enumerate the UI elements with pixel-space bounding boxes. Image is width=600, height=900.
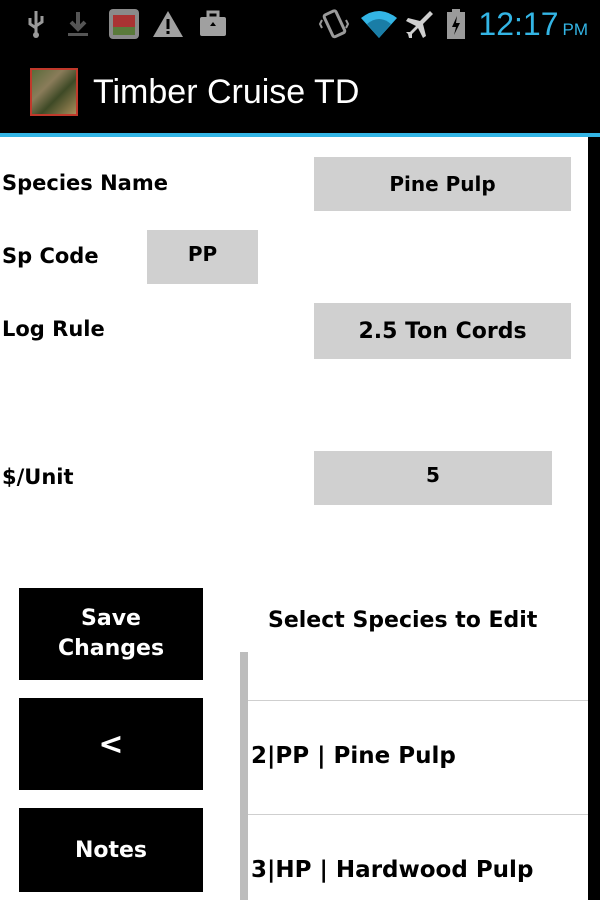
list-item-label: 2|PP | Pine Pulp bbox=[251, 743, 456, 769]
vibrate-icon bbox=[318, 8, 350, 40]
briefcase-icon bbox=[197, 8, 229, 40]
clock-time: 12:17 bbox=[478, 6, 559, 42]
save-button-label-line2: Changes bbox=[57, 636, 165, 661]
species-name-value: Pine Pulp bbox=[389, 172, 496, 196]
species-name-field[interactable]: Pine Pulp bbox=[314, 157, 571, 211]
status-bar: 12:17 PM bbox=[0, 0, 600, 48]
app-logo-icon[interactable] bbox=[30, 68, 78, 116]
sp-code-value: PP bbox=[187, 242, 218, 266]
airplane-icon bbox=[404, 8, 436, 40]
sp-code-label: Sp Code bbox=[2, 244, 99, 268]
sp-code-field[interactable]: PP bbox=[147, 230, 258, 284]
unit-price-field[interactable]: 5 bbox=[314, 451, 552, 505]
list-item-partial[interactable] bbox=[248, 652, 588, 700]
download-icon bbox=[62, 8, 94, 40]
list-item-label: 3|HP | Hardwood Pulp bbox=[251, 857, 534, 883]
species-list-scrollbar[interactable] bbox=[240, 652, 248, 900]
unit-price-value: 5 bbox=[426, 463, 440, 487]
back-button[interactable]: < bbox=[19, 698, 203, 790]
list-item[interactable]: 2|PP | Pine Pulp bbox=[248, 700, 588, 814]
log-rule-dropdown[interactable]: 2.5 Ton Cords bbox=[314, 303, 571, 359]
clock-ampm: PM bbox=[562, 20, 589, 39]
log-rule-label: Log Rule bbox=[2, 317, 105, 341]
right-edge bbox=[588, 137, 600, 900]
species-name-label: Species Name bbox=[2, 171, 168, 195]
log-rule-value: 2.5 Ton Cords bbox=[358, 318, 527, 344]
notes-button-label: Notes bbox=[74, 837, 148, 863]
species-list-header: Select Species to Edit bbox=[268, 608, 538, 633]
back-button-label: < bbox=[98, 726, 124, 762]
app-notification-icon bbox=[108, 8, 140, 40]
save-changes-button[interactable]: Save Changes bbox=[19, 588, 203, 680]
notes-button[interactable]: Notes bbox=[19, 808, 203, 892]
save-button-label-line1: Save bbox=[81, 606, 141, 631]
app-title: Timber Cruise TD bbox=[93, 73, 360, 111]
action-bar: Timber Cruise TD bbox=[0, 48, 600, 137]
usb-icon bbox=[20, 8, 52, 40]
wifi-icon bbox=[360, 8, 398, 40]
clock: 12:17 PM bbox=[478, 2, 588, 52]
battery-icon bbox=[445, 8, 467, 40]
unit-price-label: $/Unit bbox=[2, 465, 74, 489]
list-item[interactable]: 3|HP | Hardwood Pulp bbox=[248, 814, 588, 900]
warning-icon bbox=[152, 8, 184, 40]
